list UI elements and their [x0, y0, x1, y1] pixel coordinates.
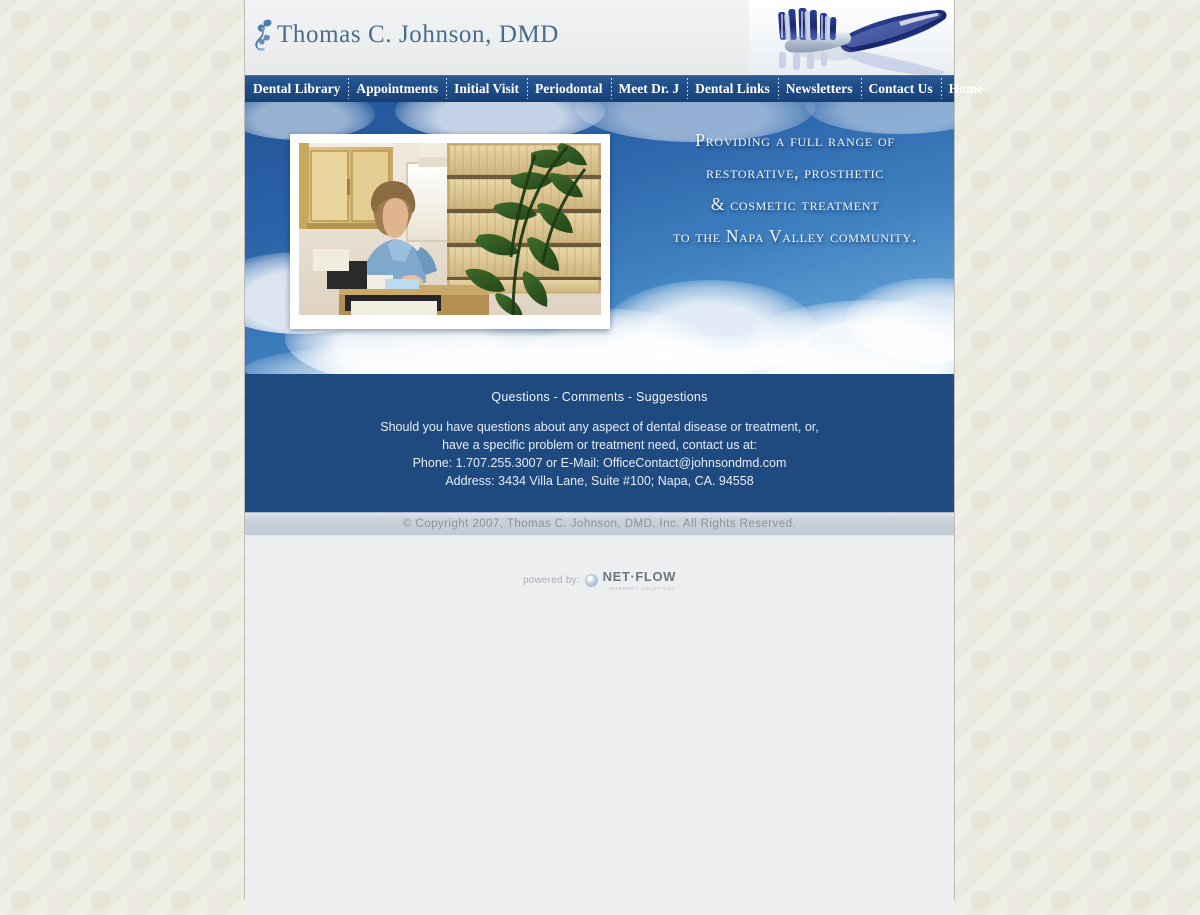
contact-email-link[interactable]: OfficeContact@johnsondmd.com — [603, 456, 786, 470]
nav-item-newsletters[interactable]: Newsletters — [777, 75, 861, 102]
nav-item-meet-dr-j[interactable]: Meet Dr. J — [610, 75, 688, 102]
hero-tagline-line-3: & cosmetic treatment — [710, 194, 880, 214]
copyright-bar: © Copyright 2007, Thomas C. Johnson, DMD… — [245, 512, 954, 535]
contact-body: Should you have questions about any aspe… — [245, 418, 954, 490]
contact-line-2: have a specific problem or treatment nee… — [442, 438, 757, 452]
hero-banner: Providing a full range of restorative, p… — [245, 102, 954, 374]
hero-photo-frame — [290, 134, 610, 329]
nav-item-dental-library[interactable]: Dental Library — [245, 75, 348, 102]
netflow-globe-icon — [584, 573, 598, 587]
page-title: Thomas C. Johnson, DMD — [277, 21, 559, 48]
main-navigation[interactable]: Dental Library Appointments Initial Visi… — [245, 75, 983, 102]
hero-photo-image — [299, 143, 601, 315]
site-header: Thomas C. Johnson, DMD — [245, 0, 954, 75]
nav-item-contact-us[interactable]: Contact Us — [860, 75, 941, 102]
brand-lockup[interactable]: Thomas C. Johnson, DMD — [253, 18, 559, 52]
site-page: Thomas C. Johnson, DMD Dental Library Ap… — [245, 0, 983, 915]
nav-item-dental-links[interactable]: Dental Links — [687, 75, 778, 102]
hero-tagline: Providing a full range of restorative, p… — [645, 124, 945, 252]
contact-phone-line: Phone: 1.707.255.3007 or E-Mail: OfficeC… — [245, 454, 954, 472]
toothbrush-photo — [749, 0, 954, 75]
nav-item-appointments[interactable]: Appointments — [348, 75, 446, 102]
nav-item-home[interactable]: Home — [940, 75, 992, 102]
powered-by-label: powered by: — [522, 574, 580, 586]
hero-tagline-line-1: Providing a full range of — [695, 130, 895, 150]
hero-tagline-line-4: to the Napa Valley community. — [673, 226, 917, 246]
copyright-text: © Copyright 2007, Thomas C. Johnson, DMD… — [402, 518, 797, 530]
site-footer: powered by: NET·FLOW INTERNET SOLUTIONS — [245, 535, 954, 915]
contact-panel: Questions - Comments - Suggestions Shoul… — [245, 374, 954, 512]
floral-ornament-icon — [253, 18, 275, 52]
contact-phone-label: Phone: 1.707.255.3007 or E-Mail: — [412, 456, 603, 470]
contact-line-1: Should you have questions about any aspe… — [380, 420, 819, 434]
nav-item-initial-visit[interactable]: Initial Visit — [446, 75, 527, 102]
hero-tagline-line-2: restorative, prosthetic — [706, 162, 884, 182]
netflow-tagline: INTERNET SOLUTIONS — [608, 586, 677, 591]
contact-heading: Questions - Comments - Suggestions — [491, 390, 708, 404]
nav-item-periodontal[interactable]: Periodontal — [527, 75, 611, 102]
powered-by-credit[interactable]: powered by: NET·FLOW INTERNET SOLUTIONS — [245, 568, 954, 592]
contact-address: Address: 3434 Villa Lane, Suite #100; Na… — [445, 474, 754, 488]
netflow-wordmark: NET·FLOW INTERNET SOLUTIONS — [603, 568, 676, 592]
netflow-name: NET·FLOW — [602, 569, 677, 584]
